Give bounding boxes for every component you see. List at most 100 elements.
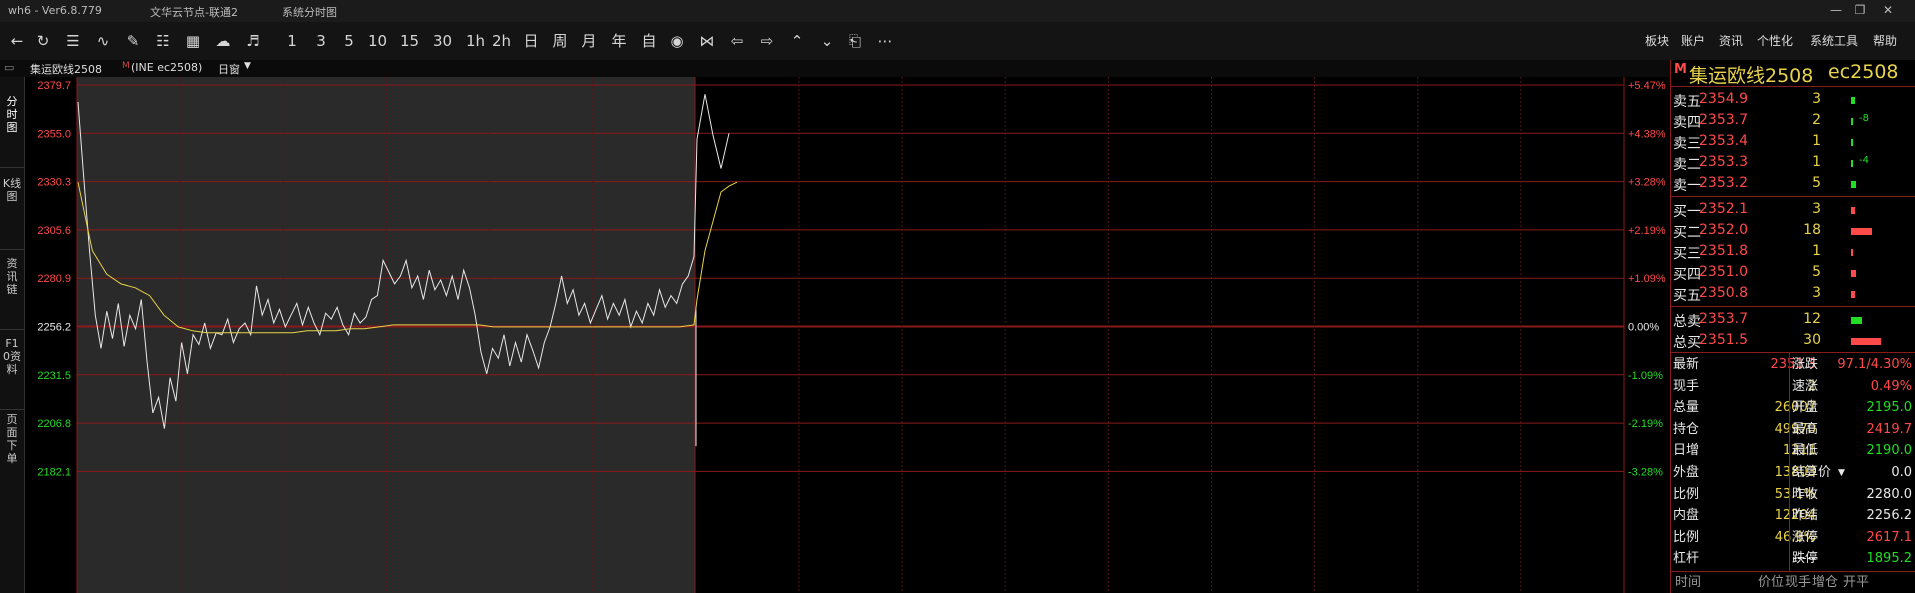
side-tab-4[interactable]: 页面下单 <box>2 413 22 465</box>
toolbar: ← ↻ ☰ ∿ ✎ ☷ ▦ ☁ ♬ 1 3 5 10 15 30 1h 2h 日周月年自 ◉ ⋈… <box>0 22 1915 61</box>
asks-label: 卖五 <box>1673 94 1701 110</box>
side-tab-1[interactable]: K线图 <box>2 177 22 203</box>
right-arrow-icon[interactable]: ⇨ <box>758 30 776 52</box>
pct-tick-label: +1.09% <box>1628 273 1666 285</box>
layout-icon[interactable]: ▦ <box>184 30 202 52</box>
side-tab-0[interactable]: 分时图 <box>2 95 22 134</box>
chevron-down-icon[interactable]: ▼ <box>244 61 251 71</box>
bids-volume: 1 <box>1812 243 1821 259</box>
menu-item-5[interactable]: 帮助 <box>1873 32 1897 49</box>
bids-price: 2351.0 <box>1699 264 1748 280</box>
eye-icon[interactable]: ◉ <box>668 30 686 52</box>
footer-col-4: 开平 <box>1843 575 1870 590</box>
bids-volume-bar <box>1851 291 1855 298</box>
quote-panel: M 集运欧线2508 ec2508 卖五 2354.9 3 卖四 2353.7 2 -8 卖三… <box>1670 60 1915 593</box>
chevron-down-icon[interactable]: ▼ <box>1838 463 1845 483</box>
totals-price: 2351.5 <box>1699 332 1748 348</box>
period-button-11[interactable]: 年 <box>610 30 628 52</box>
split-icon[interactable]: ⋈ <box>698 30 716 52</box>
totals-label: 总买 <box>1673 335 1701 351</box>
asks-volume: 1 <box>1812 154 1821 170</box>
cursor-icon[interactable]: ⎗ <box>846 30 864 52</box>
draw-tool-icon[interactable]: ✎ <box>124 30 142 52</box>
stat-label: 昨收 <box>1792 486 1819 502</box>
alarm-icon[interactable]: ♬ <box>244 30 262 52</box>
totals-price: 2353.7 <box>1699 311 1748 327</box>
bids-volume-bar <box>1851 270 1856 277</box>
left-arrow-icon[interactable]: ⇦ <box>728 30 746 52</box>
bids-volume-bar <box>1851 228 1872 235</box>
minimize-icon[interactable]: — <box>1827 2 1845 18</box>
period-button-5[interactable]: 30 <box>433 30 452 52</box>
y-tick-label: 2379.7 <box>37 80 71 92</box>
stat-value: 2419.7 <box>1866 421 1913 437</box>
m-icon: M <box>1674 62 1687 77</box>
stat-value: 2617.1 <box>1866 529 1913 545</box>
period-button-0[interactable]: 1 <box>283 30 301 52</box>
menu-item-4[interactable]: 系统工具 <box>1810 32 1858 49</box>
menu-item-3[interactable]: 个性化 <box>1757 32 1793 49</box>
stat-label: 日增 <box>1673 443 1700 459</box>
asks-delta: -4 <box>1859 155 1869 166</box>
cloud-icon[interactable]: ☁ <box>214 30 232 52</box>
stat-label: 持仓 <box>1673 421 1700 437</box>
zoom-out-icon[interactable]: ⌄ <box>818 30 836 52</box>
footer-col-3: 增仓 <box>1812 575 1839 590</box>
asks-price: 2353.7 <box>1699 112 1748 128</box>
bids-price: 2351.8 <box>1699 243 1748 259</box>
asks-label: 卖二 <box>1673 157 1701 173</box>
bids-label: 买一 <box>1673 204 1701 220</box>
period-button-1[interactable]: 3 <box>312 30 330 52</box>
period-button-7[interactable]: 2h <box>492 30 511 52</box>
window-mode-select[interactable]: 日窗 <box>218 61 240 77</box>
footer-col-0: 时间 <box>1675 575 1702 590</box>
stat-label: 结算价 <box>1792 465 1832 480</box>
stat-value: 1895.2 <box>1866 551 1913 567</box>
period-button-9[interactable]: 周 <box>551 30 569 52</box>
collapse-icon[interactable]: ▭ <box>4 61 14 74</box>
totals-volume: 12 <box>1803 311 1821 327</box>
menu-item-1[interactable]: 账户 <box>1681 32 1705 49</box>
intraday-chart[interactable]: 2379.7 2355.0 2330.3 2305.6 2280.9 2256.2 2231… <box>24 77 1670 593</box>
stat-label: 比例 <box>1673 486 1700 502</box>
period-button-3[interactable]: 10 <box>368 30 387 52</box>
zoom-in-icon[interactable]: ⌃ <box>788 30 806 52</box>
restore-icon[interactable]: ❐ <box>1851 2 1869 18</box>
more-icon[interactable]: ⋯ <box>876 30 894 52</box>
bids-price: 2352.1 <box>1699 201 1748 217</box>
side-tab-2[interactable]: 资讯链 <box>2 257 22 296</box>
asks-label: 卖一 <box>1673 178 1701 194</box>
back-icon[interactable]: ← <box>8 30 26 52</box>
period-button-10[interactable]: 月 <box>580 30 598 52</box>
totals-volume: 30 <box>1803 332 1821 348</box>
view-name: 系统分时图 <box>282 6 337 19</box>
y-tick-label: 2182.1 <box>37 466 71 478</box>
side-tabs: 分时图 K线图资讯链 F10资料页面下单 <box>0 77 25 593</box>
period-button-12[interactable]: 自 <box>640 30 658 52</box>
stat-label: 最低 <box>1792 443 1819 459</box>
stat-label: 总量 <box>1673 400 1700 416</box>
menu-item-2[interactable]: 资讯 <box>1719 32 1743 49</box>
side-tab-3[interactable]: F10资料 <box>2 337 22 376</box>
period-button-6[interactable]: 1h <box>466 30 485 52</box>
stat-label: 速涨 <box>1792 378 1819 394</box>
period-button-2[interactable]: 5 <box>340 30 358 52</box>
bids-label: 买四 <box>1673 267 1701 283</box>
bids-price: 2352.0 <box>1699 222 1748 238</box>
asks-label: 卖四 <box>1673 115 1701 131</box>
refresh-icon[interactable]: ↻ <box>34 30 52 52</box>
bids-volume: 5 <box>1812 264 1821 280</box>
asks-label: 卖三 <box>1673 136 1701 152</box>
line-chart-icon[interactable]: ∿ <box>94 30 112 52</box>
y-tick-label: 2280.9 <box>37 273 71 285</box>
list-icon[interactable]: ☰ <box>64 30 82 52</box>
asks-price: 2354.9 <box>1699 91 1748 107</box>
period-button-4[interactable]: 15 <box>400 30 419 52</box>
stat-value: 97.1/4.30% <box>1837 357 1912 372</box>
pct-tick-label: +3.28% <box>1628 177 1666 189</box>
asks-price: 2353.2 <box>1699 175 1748 191</box>
close-icon[interactable]: ✕ <box>1879 2 1897 18</box>
period-button-8[interactable]: 日 <box>522 30 540 52</box>
multi-chart-icon[interactable]: ☷ <box>154 30 172 52</box>
menu-item-0[interactable]: 板块 <box>1645 32 1669 49</box>
